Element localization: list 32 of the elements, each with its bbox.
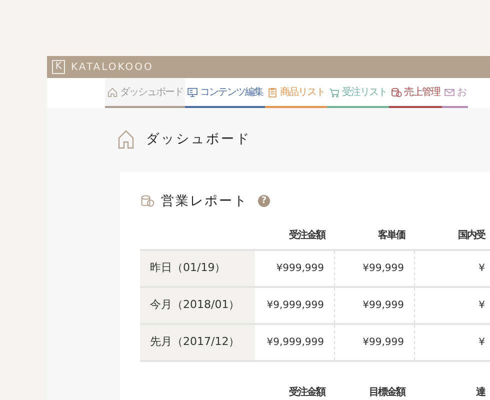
cart-icon (329, 86, 340, 98)
table-cell-text: ¥ (478, 336, 486, 350)
table-cell: ¥99,999 (335, 251, 415, 286)
table-cell: ¥9,999,999 (255, 325, 335, 360)
section-title: 営業レポート (161, 192, 248, 210)
column-header: 客単価 (377, 228, 406, 242)
table-cell: ¥9,999,999 (255, 288, 335, 323)
row-header: 先月（2017/12） (140, 325, 255, 360)
home-icon (107, 86, 118, 98)
table-cell: ¥99,999 (335, 288, 415, 323)
page-title: ダッシュボード (146, 131, 251, 149)
column-header: 国内受 (457, 228, 486, 242)
column-header: 目標金額 (368, 386, 406, 400)
mail-icon (444, 86, 455, 98)
logo: K (52, 60, 65, 74)
monitor-icon (187, 86, 198, 98)
home-icon (118, 130, 134, 150)
row-header: 今月（2018/01） (140, 288, 255, 323)
column-header: 達 (475, 386, 486, 400)
row-header: 昨日（01/19） (140, 251, 255, 286)
column-header: 受注金額 (288, 228, 326, 242)
table-cell: ¥99,999 (335, 325, 415, 360)
coins-icon (140, 194, 155, 208)
table-cell-text: ¥ (478, 299, 486, 313)
column-header: 受注金額 (288, 385, 326, 400)
table-cell-text: ¥ (478, 262, 486, 276)
brand-name: KATALOKOOO (71, 60, 154, 74)
clipboard-icon (267, 86, 278, 98)
table-cell: ¥999,999 (255, 251, 335, 286)
nav-tab[interactable]: ダッシュボード (105, 78, 185, 108)
help-icon[interactable]: ? (258, 195, 270, 208)
coins-icon (391, 86, 402, 98)
